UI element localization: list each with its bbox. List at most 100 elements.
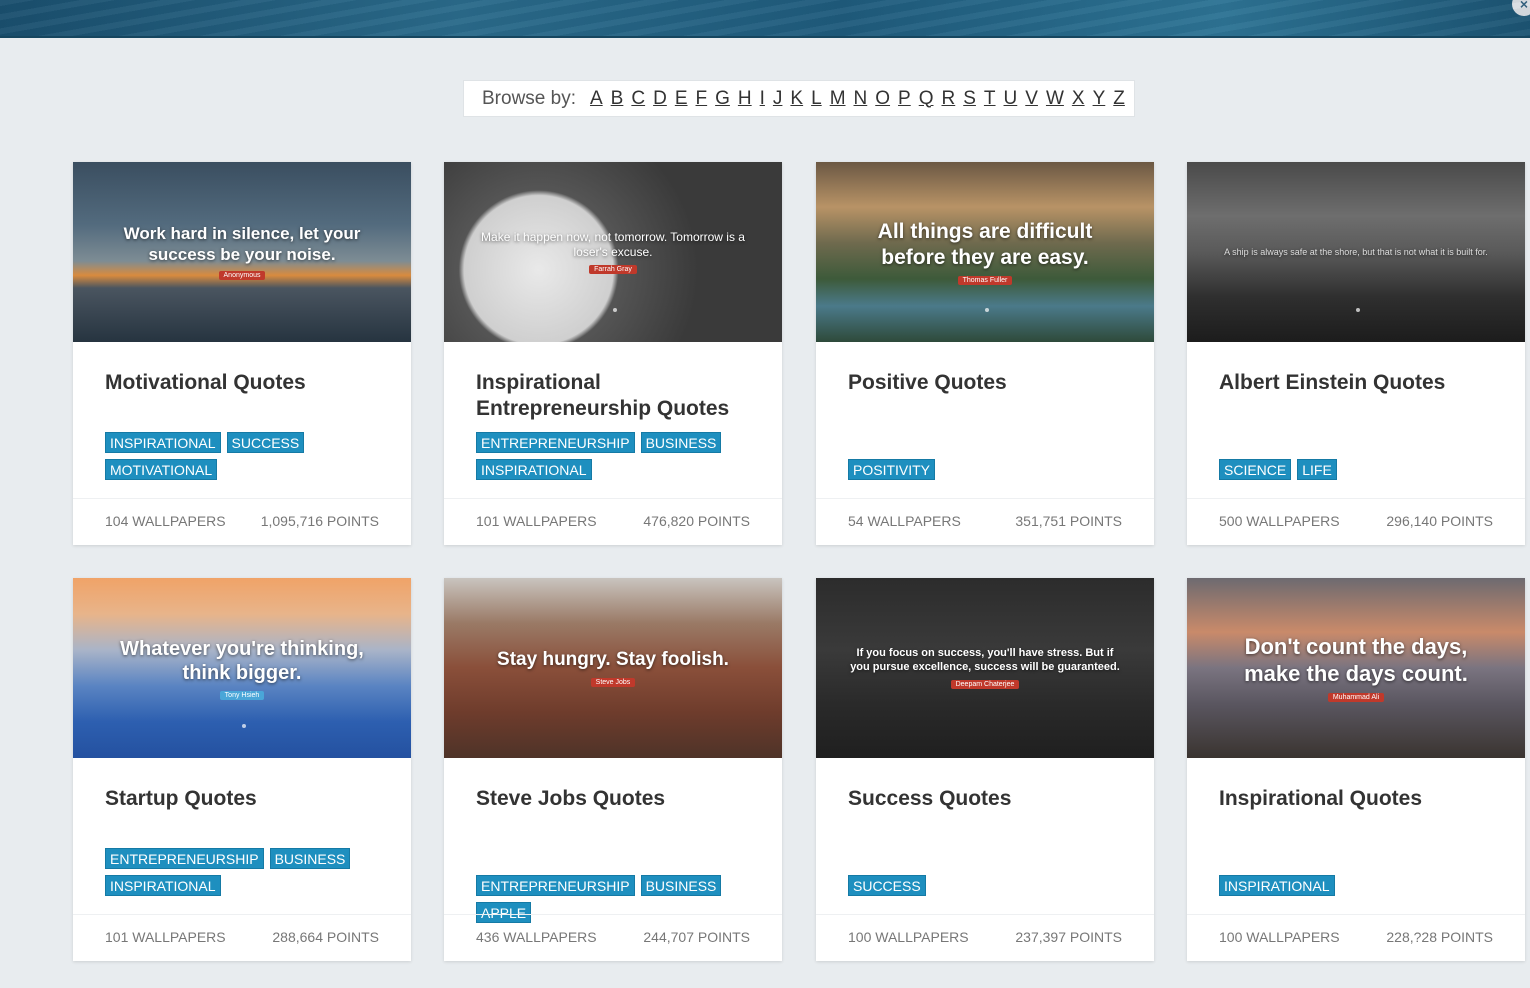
wallpaper-count: 104 WALLPAPERS: [105, 513, 226, 529]
category-card[interactable]: Work hard in silence, let your success b…: [73, 162, 411, 545]
card-thumbnail[interactable]: Stay hungry. Stay foolish. Steve Jobs: [444, 578, 782, 758]
letter-link-k[interactable]: K: [790, 88, 803, 110]
thumbnail-author: Steve Jobs: [590, 677, 636, 687]
close-icon[interactable]: ×: [1512, 0, 1530, 16]
letter-link-w[interactable]: W: [1046, 88, 1064, 110]
tag[interactable]: MOTIVATIONAL: [105, 459, 218, 480]
letter-link-n[interactable]: N: [854, 88, 868, 110]
tag[interactable]: ENTREPRENEURSHIP: [476, 875, 635, 896]
divider: [816, 914, 1154, 915]
letter-link-l[interactable]: L: [811, 88, 822, 110]
tag[interactable]: POSITIVITY: [848, 459, 936, 480]
wallpaper-count: 101 WALLPAPERS: [105, 929, 226, 945]
tag-list: INSPIRATIONAL: [1219, 875, 1509, 896]
letter-link-i[interactable]: I: [760, 88, 765, 110]
card-stats: 101 WALLPAPERS 288,664 POINTS: [105, 929, 379, 945]
tag-list: SUCCESS: [848, 875, 1138, 896]
tag[interactable]: ENTREPRENEURSHIP: [105, 848, 264, 869]
letter-link-r[interactable]: R: [942, 88, 956, 110]
wallpaper-count: 436 WALLPAPERS: [476, 929, 597, 945]
letter-link-x[interactable]: X: [1072, 88, 1085, 110]
divider: [1187, 914, 1525, 915]
thumbnail-dot: [985, 308, 989, 312]
card-stats: 104 WALLPAPERS 1,095,716 POINTS: [105, 513, 379, 529]
tag[interactable]: INSPIRATIONAL: [105, 875, 221, 896]
letter-link-q[interactable]: Q: [919, 88, 934, 110]
letter-link-j[interactable]: J: [773, 88, 783, 110]
thumbnail-dot: [1356, 308, 1360, 312]
category-card[interactable]: All things are difficult before they are…: [816, 162, 1154, 545]
wallpaper-count: 101 WALLPAPERS: [476, 513, 597, 529]
letter-link-h[interactable]: H: [738, 88, 752, 110]
card-thumbnail[interactable]: Make it happen now, not tomorrow. Tomorr…: [444, 162, 782, 342]
letter-link-c[interactable]: C: [631, 88, 645, 110]
card-stats: 100 WALLPAPERS 237,397 POINTS: [848, 929, 1122, 945]
tag-list: ENTREPRENEURSHIP BUSINESS INSPIRATIONAL: [105, 848, 395, 896]
card-title[interactable]: Success Quotes: [848, 786, 1128, 812]
category-card[interactable]: Don't count the days, make the days coun…: [1187, 578, 1525, 961]
thumbnail-author: Muhammad Ali: [1327, 692, 1385, 702]
tag[interactable]: SUCCESS: [226, 432, 305, 453]
points-count: 1,095,716 POINTS: [260, 513, 379, 529]
letter-link-o[interactable]: O: [875, 88, 890, 110]
card-title[interactable]: Inspirational Quotes: [1219, 786, 1499, 812]
browse-label: Browse by:: [482, 87, 576, 109]
letter-link-z[interactable]: Z: [1113, 88, 1125, 110]
letter-link-f[interactable]: F: [696, 88, 708, 110]
tag[interactable]: APPLE: [476, 902, 532, 923]
card-title[interactable]: Steve Jobs Quotes: [476, 786, 756, 812]
divider: [73, 498, 411, 499]
card-thumbnail[interactable]: If you focus on success, you'll have str…: [816, 578, 1154, 758]
tag[interactable]: BUSINESS: [640, 875, 722, 896]
alphabet-links: ABCDEFGHIJKLMNOPQRSTUVWXYZ: [590, 88, 1133, 110]
letter-link-m[interactable]: M: [830, 88, 846, 110]
card-stats: 101 WALLPAPERS 476,820 POINTS: [476, 513, 750, 529]
tag[interactable]: ENTREPRENEURSHIP: [476, 432, 635, 453]
letter-link-u[interactable]: U: [1004, 88, 1018, 110]
card-thumbnail[interactable]: Work hard in silence, let your success b…: [73, 162, 411, 342]
letter-link-a[interactable]: A: [590, 88, 603, 110]
letter-link-g[interactable]: G: [715, 88, 730, 110]
letter-link-p[interactable]: P: [898, 88, 911, 110]
tag[interactable]: LIFE: [1297, 459, 1337, 480]
category-card[interactable]: A ship is always safe at the shore, but …: [1187, 162, 1525, 545]
points-count: 288,664 POINTS: [272, 929, 379, 945]
card-title[interactable]: Positive Quotes: [848, 370, 1128, 396]
letter-link-e[interactable]: E: [675, 88, 688, 110]
points-count: 296,140 POINTS: [1386, 513, 1493, 529]
points-count: 244,707 POINTS: [643, 929, 750, 945]
divider: [1187, 498, 1525, 499]
tag[interactable]: INSPIRATIONAL: [476, 459, 592, 480]
thumbnail-quote: Stay hungry. Stay foolish.: [497, 649, 729, 671]
tag[interactable]: SUCCESS: [848, 875, 926, 896]
card-title[interactable]: Inspirational Entrepreneurship Quotes: [476, 370, 756, 422]
card-thumbnail[interactable]: All things are difficult before they are…: [816, 162, 1154, 342]
letter-link-d[interactable]: D: [653, 88, 667, 110]
card-thumbnail[interactable]: Don't count the days, make the days coun…: [1187, 578, 1525, 758]
points-count: 237,397 POINTS: [1015, 929, 1122, 945]
tag[interactable]: BUSINESS: [269, 848, 351, 869]
letter-link-s[interactable]: S: [963, 88, 976, 110]
card-title[interactable]: Startup Quotes: [105, 786, 385, 812]
letter-link-t[interactable]: T: [984, 88, 996, 110]
card-title[interactable]: Albert Einstein Quotes: [1219, 370, 1499, 396]
letter-link-y[interactable]: Y: [1093, 88, 1106, 110]
category-card[interactable]: Whatever you're thinking, think bigger. …: [73, 578, 411, 961]
card-stats: 500 WALLPAPERS 296,140 POINTS: [1219, 513, 1493, 529]
card-thumbnail[interactable]: A ship is always safe at the shore, but …: [1187, 162, 1525, 342]
tag[interactable]: BUSINESS: [640, 432, 722, 453]
letter-link-v[interactable]: V: [1025, 88, 1038, 110]
thumbnail-author: Farrah Gray: [589, 264, 637, 274]
thumbnail-quote: Don't count the days, make the days coun…: [1244, 634, 1468, 686]
card-thumbnail[interactable]: Whatever you're thinking, think bigger. …: [73, 578, 411, 758]
tag[interactable]: INSPIRATIONAL: [105, 432, 221, 453]
thumbnail-quote: Whatever you're thinking, think bigger.: [120, 637, 364, 684]
letter-link-b[interactable]: B: [611, 88, 624, 110]
category-card[interactable]: If you focus on success, you'll have str…: [816, 578, 1154, 961]
category-card[interactable]: Stay hungry. Stay foolish. Steve Jobs St…: [444, 578, 782, 961]
tag[interactable]: SCIENCE: [1219, 459, 1292, 480]
tag[interactable]: INSPIRATIONAL: [1219, 875, 1335, 896]
tag-list: ENTREPRENEURSHIP BUSINESS INSPIRATIONAL: [476, 432, 766, 480]
category-card[interactable]: Make it happen now, not tomorrow. Tomorr…: [444, 162, 782, 545]
card-title[interactable]: Motivational Quotes: [105, 370, 385, 396]
